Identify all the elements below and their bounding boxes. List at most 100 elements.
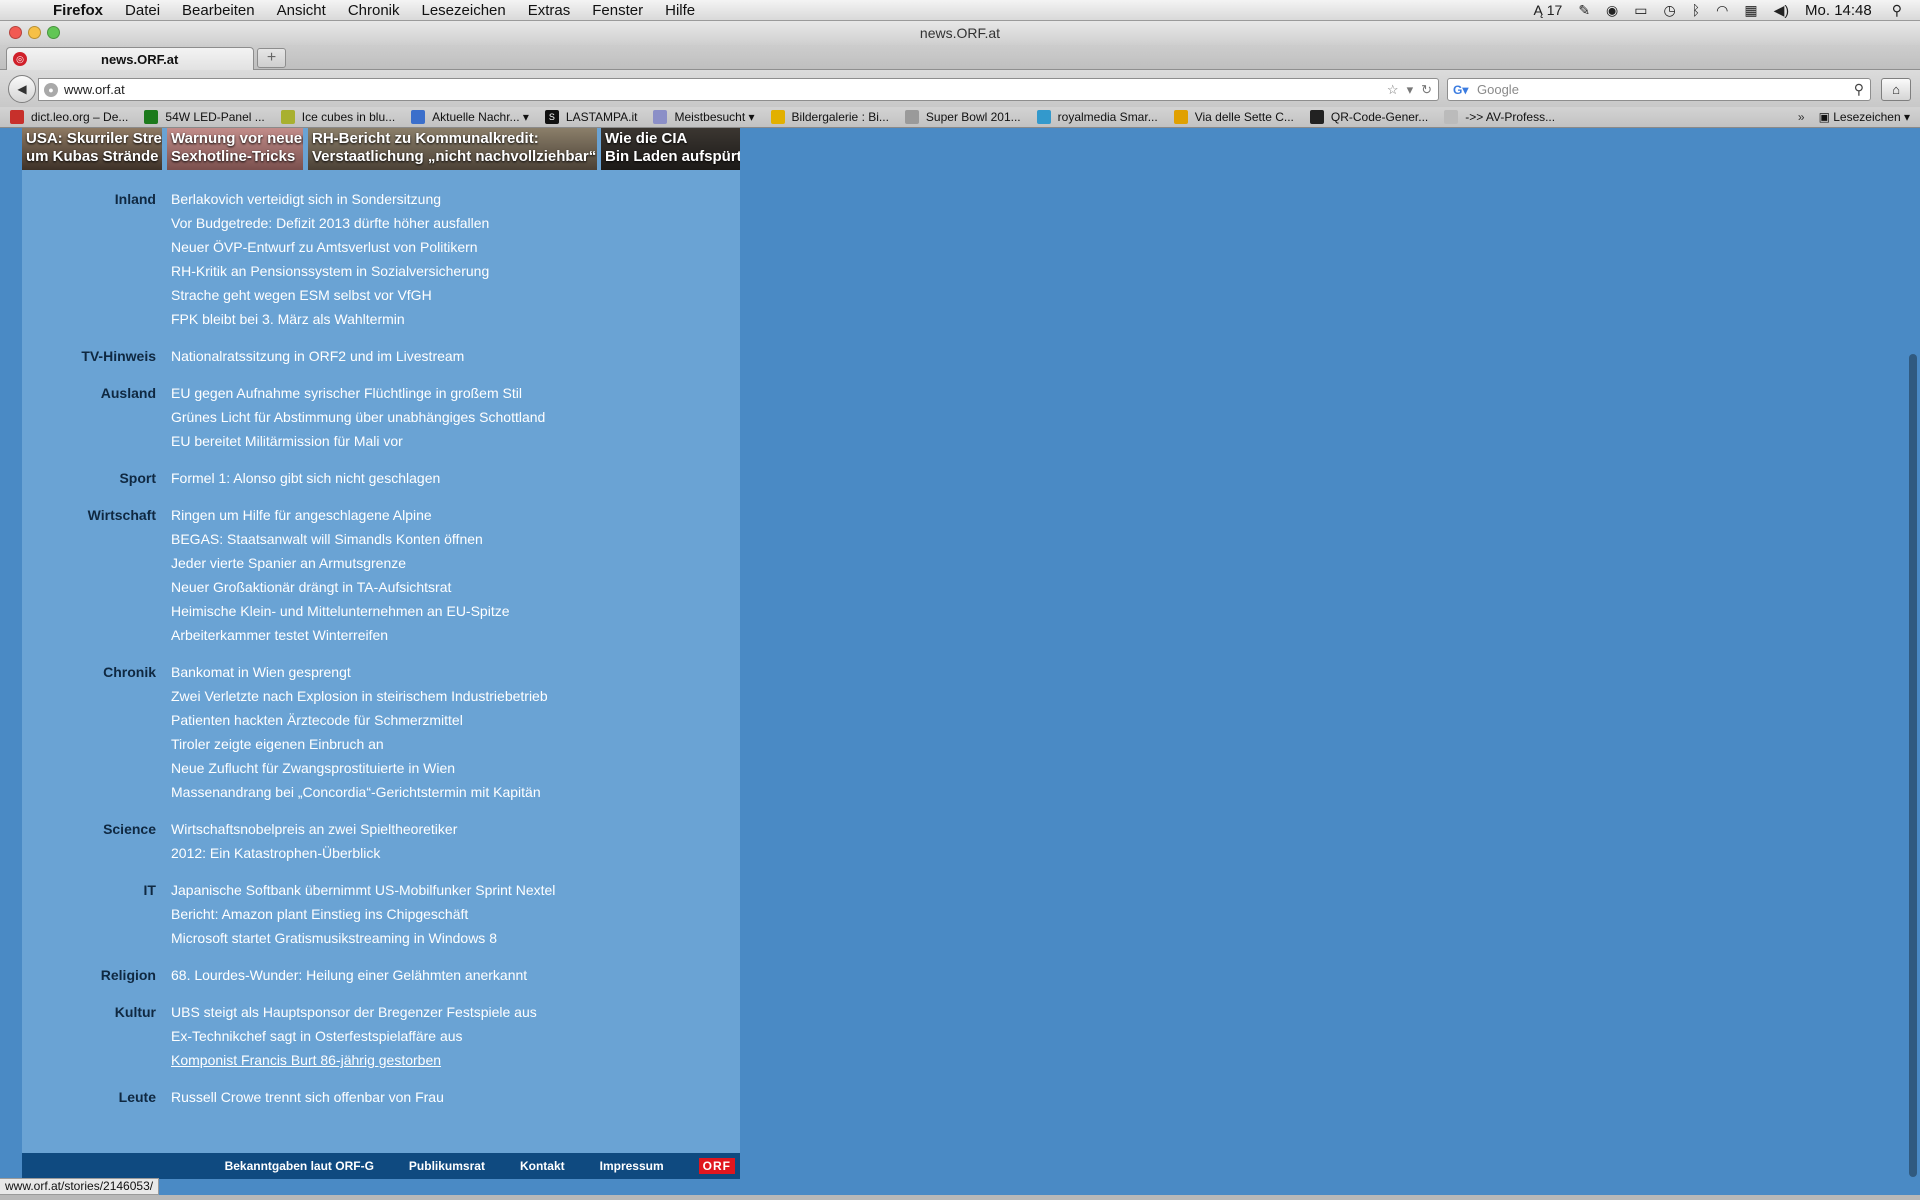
menu-extras[interactable]: Extras [517,0,582,21]
headline-link[interactable]: Strache geht wegen ESM selbst vor VfGH [171,283,740,307]
headline-link[interactable]: Nationalratssitzung in ORF2 und im Lives… [171,344,740,368]
menu-chronik[interactable]: Chronik [337,0,411,21]
headline-link[interactable]: Zwei Verletzte nach Explosion in steiris… [171,684,740,708]
headline-link[interactable]: Jeder vierte Spanier an Armutsgrenze [171,551,740,575]
reload-icon[interactable]: ↻ [1421,82,1432,98]
footer-link-kontakt[interactable]: Kontakt [520,1159,565,1173]
headline-link[interactable]: EU bereitet Militärmission für Mali vor [171,429,740,453]
spotlight-search-icon[interactable]: ⚲ [1892,2,1902,19]
section-label[interactable]: Chronik [22,660,156,684]
section-label[interactable]: Sport [22,466,156,490]
section-label[interactable]: IT [22,878,156,902]
headline-link[interactable]: Russell Crowe trennt sich offenbar von F… [171,1085,740,1109]
bookmark-item[interactable]: ->> AV-Profess... [1444,110,1555,124]
teaser-link[interactable]: RH-Bericht zu Kommunalkredit: Verstaatli… [308,128,597,170]
orf-logo[interactable]: ORF [698,1158,735,1174]
tab-news-orf[interactable]: ◎ news.ORF.at [6,47,254,70]
google-engine-icon[interactable]: G▾ [1453,83,1469,97]
headline-link[interactable]: BEGAS: Staatsanwalt will Simandls Konten… [171,527,740,551]
bookmarks-overflow-chevron-icon[interactable]: » [1798,110,1805,124]
section-label[interactable]: Leute [22,1085,156,1109]
keyboard-icon[interactable]: ▦ [1744,2,1757,19]
section-label[interactable]: Ausland [22,381,156,405]
bookmark-item[interactable]: Super Bowl 201... [904,110,1021,124]
site-identity-icon[interactable]: ● [44,82,58,97]
section-label[interactable]: Inland [22,187,156,211]
bookmark-star-icon[interactable]: ☆ [1387,82,1399,98]
menu-datei[interactable]: Datei [114,0,171,21]
menubar-clock[interactable]: Mo. 14:48 [1805,2,1872,19]
footer-link-impressum[interactable]: Impressum [600,1159,664,1173]
section-label[interactable]: Kultur [22,1000,156,1024]
headline-link[interactable]: Wirtschaftsnobelpreis an zwei Spieltheor… [171,817,740,841]
scrollbar-thumb[interactable] [1909,354,1917,1177]
headline-link[interactable]: Neuer ÖVP-Entwurf zu Amtsverlust von Pol… [171,235,740,259]
volume-icon[interactable]: ◀) [1774,2,1789,19]
minimize-window-button[interactable] [28,26,41,39]
vertical-scrollbar[interactable] [1906,128,1920,1195]
headline-link[interactable]: Japanische Softbank übernimmt US-Mobilfu… [171,878,740,902]
bookmark-item[interactable]: Via delle Sette C... [1173,110,1294,124]
menu-ansicht[interactable]: Ansicht [266,0,337,21]
headline-link[interactable]: Bankomat in Wien gesprengt [171,660,740,684]
headline-link[interactable]: 68. Lourdes-Wunder: Heilung einer Gelähm… [171,963,740,987]
headline-link[interactable]: FPK bleibt bei 3. März als Wahltermin [171,307,740,331]
bookmark-item[interactable]: royalmedia Smar... [1036,110,1158,124]
headline-link[interactable]: Tiroler zeigte eigenen Einbruch an [171,732,740,756]
section-label[interactable]: Religion [22,963,156,987]
search-bar[interactable]: G▾ Google ⚲ [1447,78,1871,101]
teaser-link[interactable]: Wie die CIA Bin Laden aufspürte [601,128,740,170]
headline-link[interactable]: Neue Zuflucht für Zwangsprostituierte in… [171,756,740,780]
bookmark-item[interactable]: Bildergalerie : Bi... [770,110,889,124]
footer-link-publikumsrat[interactable]: Publikumsrat [409,1159,485,1173]
zoom-window-button[interactable] [47,26,60,39]
url-bar[interactable]: ● www.orf.at ☆ ▾ ↻ [38,78,1439,101]
lesezeichen-menu-button[interactable]: ▣ Lesezeichen ▾ [1819,110,1910,124]
bookmark-item[interactable]: S LASTAMPA.it [544,110,637,124]
headline-link[interactable]: Ringen um Hilfe für angeschlagene Alpine [171,503,740,527]
headline-link[interactable]: Neuer Großaktionär drängt in TA-Aufsicht… [171,575,740,599]
headline-link[interactable]: EU gegen Aufnahme syrischer Flüchtlinge … [171,381,740,405]
teaser-link[interactable]: USA: Skurriler Streit um Kubas Strände [22,128,162,170]
wifi-icon[interactable]: ◠ [1716,2,1728,19]
headline-link[interactable]: UBS steigt als Hauptsponsor der Bregenze… [171,1000,740,1024]
menu-fenster[interactable]: Fenster [581,0,654,21]
headline-link[interactable]: Komponist Francis Burt 86-jährig gestorb… [171,1048,740,1072]
headline-link[interactable]: Berlakovich verteidigt sich in Sondersit… [171,187,740,211]
time-machine-icon[interactable]: ◷ [1664,2,1676,19]
menu-bearbeiten[interactable]: Bearbeiten [171,0,266,21]
bookmark-item[interactable]: QR-Code-Gener... [1309,110,1428,124]
adobe-icon[interactable]: Ą 17 [1534,2,1563,18]
headline-link[interactable]: Arbeiterkammer testet Winterreifen [171,623,740,647]
footer-link-bekanntgaben[interactable]: Bekanntgaben laut ORF-G [225,1159,374,1173]
bookmark-folder[interactable]: Meistbesucht ▾ [653,110,755,124]
back-button[interactable]: ◀ [8,75,36,103]
headline-link[interactable]: Heimische Klein- und Mittelunternehmen a… [171,599,740,623]
close-window-button[interactable] [9,26,22,39]
headline-link[interactable]: Vor Budgetrede: Defizit 2013 dürfte höhe… [171,211,740,235]
bluetooth-icon[interactable]: ᛒ [1692,2,1700,18]
headline-link[interactable]: Patienten hackten Ärztecode für Schmerzm… [171,708,740,732]
eye-icon[interactable]: ◉ [1606,2,1618,19]
display-icon[interactable]: ▭ [1634,2,1647,19]
headline-link[interactable]: Massenandrang bei „Concordia“-Gerichtste… [171,780,740,804]
history-dropdown-icon[interactable]: ▾ [1407,82,1414,98]
menu-hilfe[interactable]: Hilfe [654,0,706,21]
section-label[interactable]: Wirtschaft [22,503,156,527]
teaser-link[interactable]: Warnung vor neuen Sexhotline-Tricks [167,128,303,170]
menu-firefox[interactable]: Firefox [42,0,114,21]
headline-link[interactable]: Grünes Licht für Abstimmung über unabhän… [171,405,740,429]
section-label[interactable]: TV-Hinweis [22,344,156,368]
bookmark-item[interactable]: 54W LED-Panel ... [144,110,265,124]
menu-lesezeichen[interactable]: Lesezeichen [411,0,517,21]
tool-icon[interactable]: ✎ [1578,2,1590,19]
headline-link[interactable]: RH-Kritik an Pensionssystem in Sozialver… [171,259,740,283]
section-label[interactable]: Science [22,817,156,841]
home-button[interactable]: ⌂ [1881,78,1911,101]
bookmark-folder[interactable]: Aktuelle Nachr... ▾ [411,110,529,124]
new-tab-button[interactable]: + [257,48,286,68]
bookmark-item[interactable]: Ice cubes in blu... [280,110,395,124]
headline-link[interactable]: Formel 1: Alonso gibt sich nicht geschla… [171,466,740,490]
search-icon[interactable]: ⚲ [1854,81,1864,98]
bookmark-item[interactable]: dict.leo.org – De... [10,110,128,124]
